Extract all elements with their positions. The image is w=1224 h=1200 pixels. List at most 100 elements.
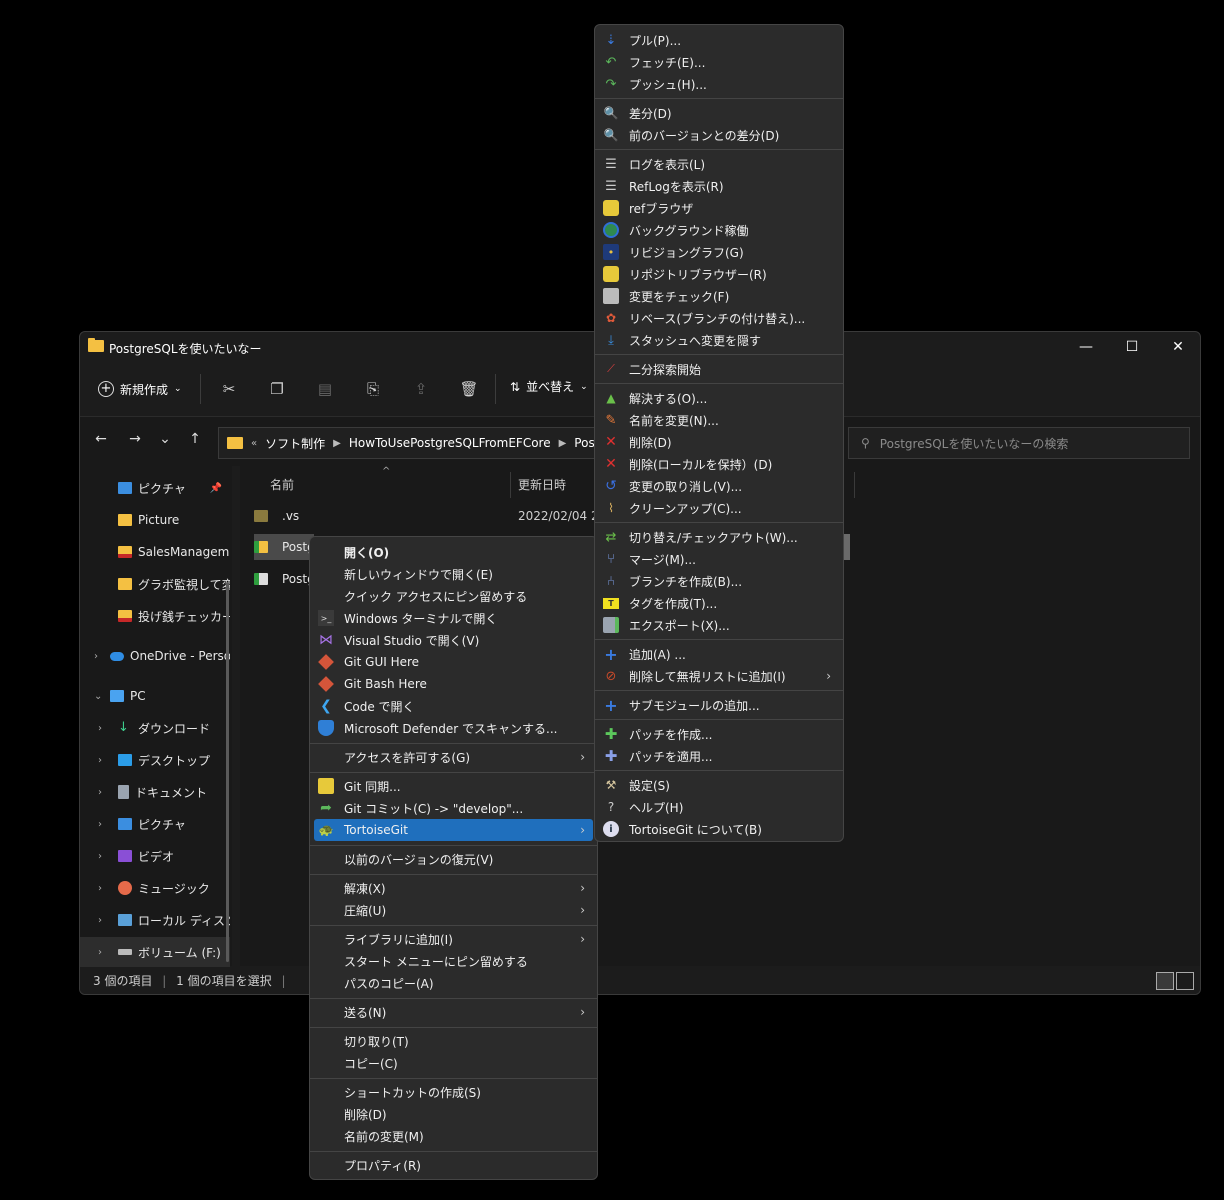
rename-icon[interactable]: ⎘ [361, 378, 385, 400]
address-bar[interactable]: « ソフト制作 ▶ HowToUsePostgreSQLFromEFCore ▶… [218, 427, 598, 459]
sidebar-item-pc[interactable]: ⌄ PC [80, 681, 230, 711]
sidebar-item-gpu-monitor[interactable]: グラボ監視して変 [80, 569, 230, 599]
breadcrumb-item[interactable]: HowToUsePostgreSQLFromEFCore [349, 436, 551, 450]
copy-icon[interactable]: ❐ [265, 378, 289, 400]
menu-rename[interactable]: 名前の変更(M) [314, 1125, 593, 1147]
chevron-right-icon[interactable]: › [98, 787, 102, 798]
menu-cut[interactable]: 切り取り(T) [314, 1030, 593, 1052]
menu-properties[interactable]: プロパティ(R) [314, 1154, 593, 1176]
tgit-create-branch[interactable]: ⑃ ブランチを作成(B)... [599, 570, 839, 592]
tgit-stash[interactable]: ⤓ スタッシュへ変更を隠す [599, 329, 839, 351]
sidebar-item-onedrive[interactable]: › OneDrive - Perso [80, 641, 230, 671]
menu-open-new-window[interactable]: 新しいウィンドウで開く(E) [314, 563, 593, 585]
menu-git-commit[interactable]: ➦ Git コミット(C) -> "develop"... [314, 797, 593, 819]
tgit-revert[interactable]: ↺ 変更の取り消し(V)... [599, 475, 839, 497]
tgit-check-modifications[interactable]: 変更をチェック(F) [599, 285, 839, 307]
chevron-right-icon[interactable]: › [94, 651, 98, 662]
menu-compress[interactable]: 圧縮(U) › [314, 899, 593, 921]
sidebar-scrollbar[interactable] [226, 582, 229, 962]
column-header-date[interactable]: 更新日時 [518, 476, 566, 493]
minimize-button[interactable]: — [1064, 334, 1108, 360]
menu-open-terminal[interactable]: >_ Windows ターミナルで開く [314, 607, 593, 629]
tgit-settings[interactable]: ⚒ 設定(S) [599, 774, 839, 796]
new-button[interactable]: + 新規作成 ⌄ [98, 378, 182, 400]
sidebar-item-local-disk[interactable]: › ローカル ディスク ( [80, 905, 230, 935]
column-divider[interactable] [510, 472, 511, 498]
tgit-resolve[interactable]: ▲ 解決する(O)... [599, 387, 839, 409]
sort-button[interactable]: ⇅ 並べ替え ⌄ [510, 378, 588, 395]
sidebar-item-music[interactable]: › ミュージック [80, 873, 230, 903]
menu-open-visual-studio[interactable]: ⋈ Visual Studio で開く(V) [314, 629, 593, 651]
tgit-delete-keep-local[interactable]: ✕ 削除(ローカルを保持）(D) [599, 453, 839, 475]
menu-git-sync[interactable]: Git 同期... [314, 775, 593, 797]
up-arrow-icon[interactable]: ↑ [184, 431, 206, 451]
tgit-revision-graph[interactable]: • リビジョングラフ(G) [599, 241, 839, 263]
menu-pin-quick-access[interactable]: クイック アクセスにピン留めする [314, 585, 593, 607]
maximize-button[interactable]: ☐ [1110, 334, 1154, 360]
recent-chevron-icon[interactable]: ⌄ [154, 431, 176, 451]
menu-restore-previous[interactable]: 以前のバージョンの復元(V) [314, 848, 593, 870]
trash-icon[interactable]: 🗑 [457, 378, 481, 400]
tgit-show-log[interactable]: ☰ ログを表示(L) [599, 153, 839, 175]
chevron-right-icon[interactable]: › [98, 851, 102, 862]
sidebar-item-videos[interactable]: › ビデオ [80, 841, 230, 871]
chevron-right-icon[interactable]: › [98, 819, 102, 830]
tgit-bisect[interactable]: ⟋ 二分探索開始 [599, 358, 839, 380]
sidebar-item-downloads[interactable]: › ↓ ダウンロード [80, 713, 230, 743]
menu-open-vscode[interactable]: ❮ Code で開く [314, 695, 593, 717]
menu-copy[interactable]: コピー(C) [314, 1052, 593, 1074]
menu-send-to[interactable]: 送る(N) › [314, 1001, 593, 1023]
sidebar-item-desktop[interactable]: › デスクトップ [80, 745, 230, 775]
sidebar-item-picture[interactable]: Picture [80, 505, 230, 535]
tgit-ref-browser[interactable]: refブラウザ [599, 197, 839, 219]
tgit-help[interactable]: ? ヘルプ(H) [599, 796, 839, 818]
overflow-chevrons[interactable]: « [251, 438, 257, 449]
forward-arrow-icon[interactable]: → [124, 431, 146, 451]
tgit-push[interactable]: ↷ プッシュ(H)... [599, 73, 839, 95]
chevron-right-icon[interactable]: › [98, 915, 102, 926]
tgit-diff-previous[interactable]: 🔍 前のバージョンとの差分(D) [599, 124, 839, 146]
sidebar-item-documents[interactable]: › ドキュメント [80, 777, 230, 807]
tgit-show-reflog[interactable]: ☰ RefLogを表示(R) [599, 175, 839, 197]
menu-git-gui[interactable]: Git GUI Here [314, 651, 593, 673]
search-box[interactable]: ⚲ PostgreSQLを使いたいなーの検索 [848, 427, 1190, 459]
menu-extract[interactable]: 解凍(X) › [314, 877, 593, 899]
tgit-rename[interactable]: ✎ 名前を変更(N)... [599, 409, 839, 431]
column-divider[interactable] [854, 472, 855, 498]
file-row-selected[interactable]: Postg [254, 534, 315, 560]
menu-open[interactable]: 開く(O) [314, 541, 593, 563]
chevron-right-icon[interactable]: › [98, 723, 102, 734]
tgit-rebase[interactable]: ✿ リベース(ブランチの付け替え)... [599, 307, 839, 329]
sidebar-item-salesmanagement[interactable]: SalesManagem [80, 537, 230, 567]
tgit-switch-checkout[interactable]: ⇄ 切り替え/チェックアウト(W)... [599, 526, 839, 548]
menu-add-to-library[interactable]: ライブラリに追加(I) › [314, 928, 593, 950]
chevron-down-icon[interactable]: ⌄ [94, 691, 102, 702]
tgit-merge[interactable]: ⑂ マージ(M)... [599, 548, 839, 570]
cut-icon[interactable]: ✂ [217, 378, 241, 400]
tgit-about[interactable]: i TortoiseGit について(B) [599, 818, 839, 840]
tgit-create-tag[interactable]: T タグを作成(T)... [599, 592, 839, 614]
paste-icon[interactable]: ▤ [313, 378, 337, 400]
tgit-apply-patch[interactable]: ✚ パッチを適用... [599, 745, 839, 767]
tgit-fetch[interactable]: ↶ フェッチ(E)... [599, 51, 839, 73]
sidebar-item-pictures[interactable]: › ピクチャ [80, 809, 230, 839]
tgit-export[interactable]: エクスポート(X)... [599, 614, 839, 636]
breadcrumb-item[interactable]: ソフト制作 [265, 435, 325, 452]
close-button[interactable]: ✕ [1156, 334, 1200, 360]
share-icon[interactable]: ⇪ [409, 378, 433, 400]
menu-copy-path[interactable]: パスのコピー(A) [314, 972, 593, 994]
column-header-name[interactable]: 名前 [270, 476, 294, 493]
file-row[interactable]: Postg [254, 566, 315, 592]
menu-give-access[interactable]: アクセスを許可する(G) › [314, 746, 593, 768]
tgit-add[interactable]: + 追加(A) ... [599, 643, 839, 665]
tgit-daemon[interactable]: バックグラウンド稼働 [599, 219, 839, 241]
tgit-create-patch[interactable]: ✚ パッチを作成... [599, 723, 839, 745]
details-view-icon[interactable] [1156, 972, 1174, 990]
tgit-add-submodule[interactable]: + サブモジュールの追加... [599, 694, 839, 716]
tgit-pull[interactable]: ⇣ プル(P)... [599, 29, 839, 51]
chevron-right-icon[interactable]: › [98, 947, 102, 958]
menu-pin-start[interactable]: スタート メニューにピン留めする [314, 950, 593, 972]
menu-defender-scan[interactable]: Microsoft Defender でスキャンする... [314, 717, 593, 739]
tgit-diff[interactable]: 🔍 差分(D) [599, 102, 839, 124]
sidebar-item-volume-f[interactable]: › ボリューム (F:) [80, 937, 230, 967]
